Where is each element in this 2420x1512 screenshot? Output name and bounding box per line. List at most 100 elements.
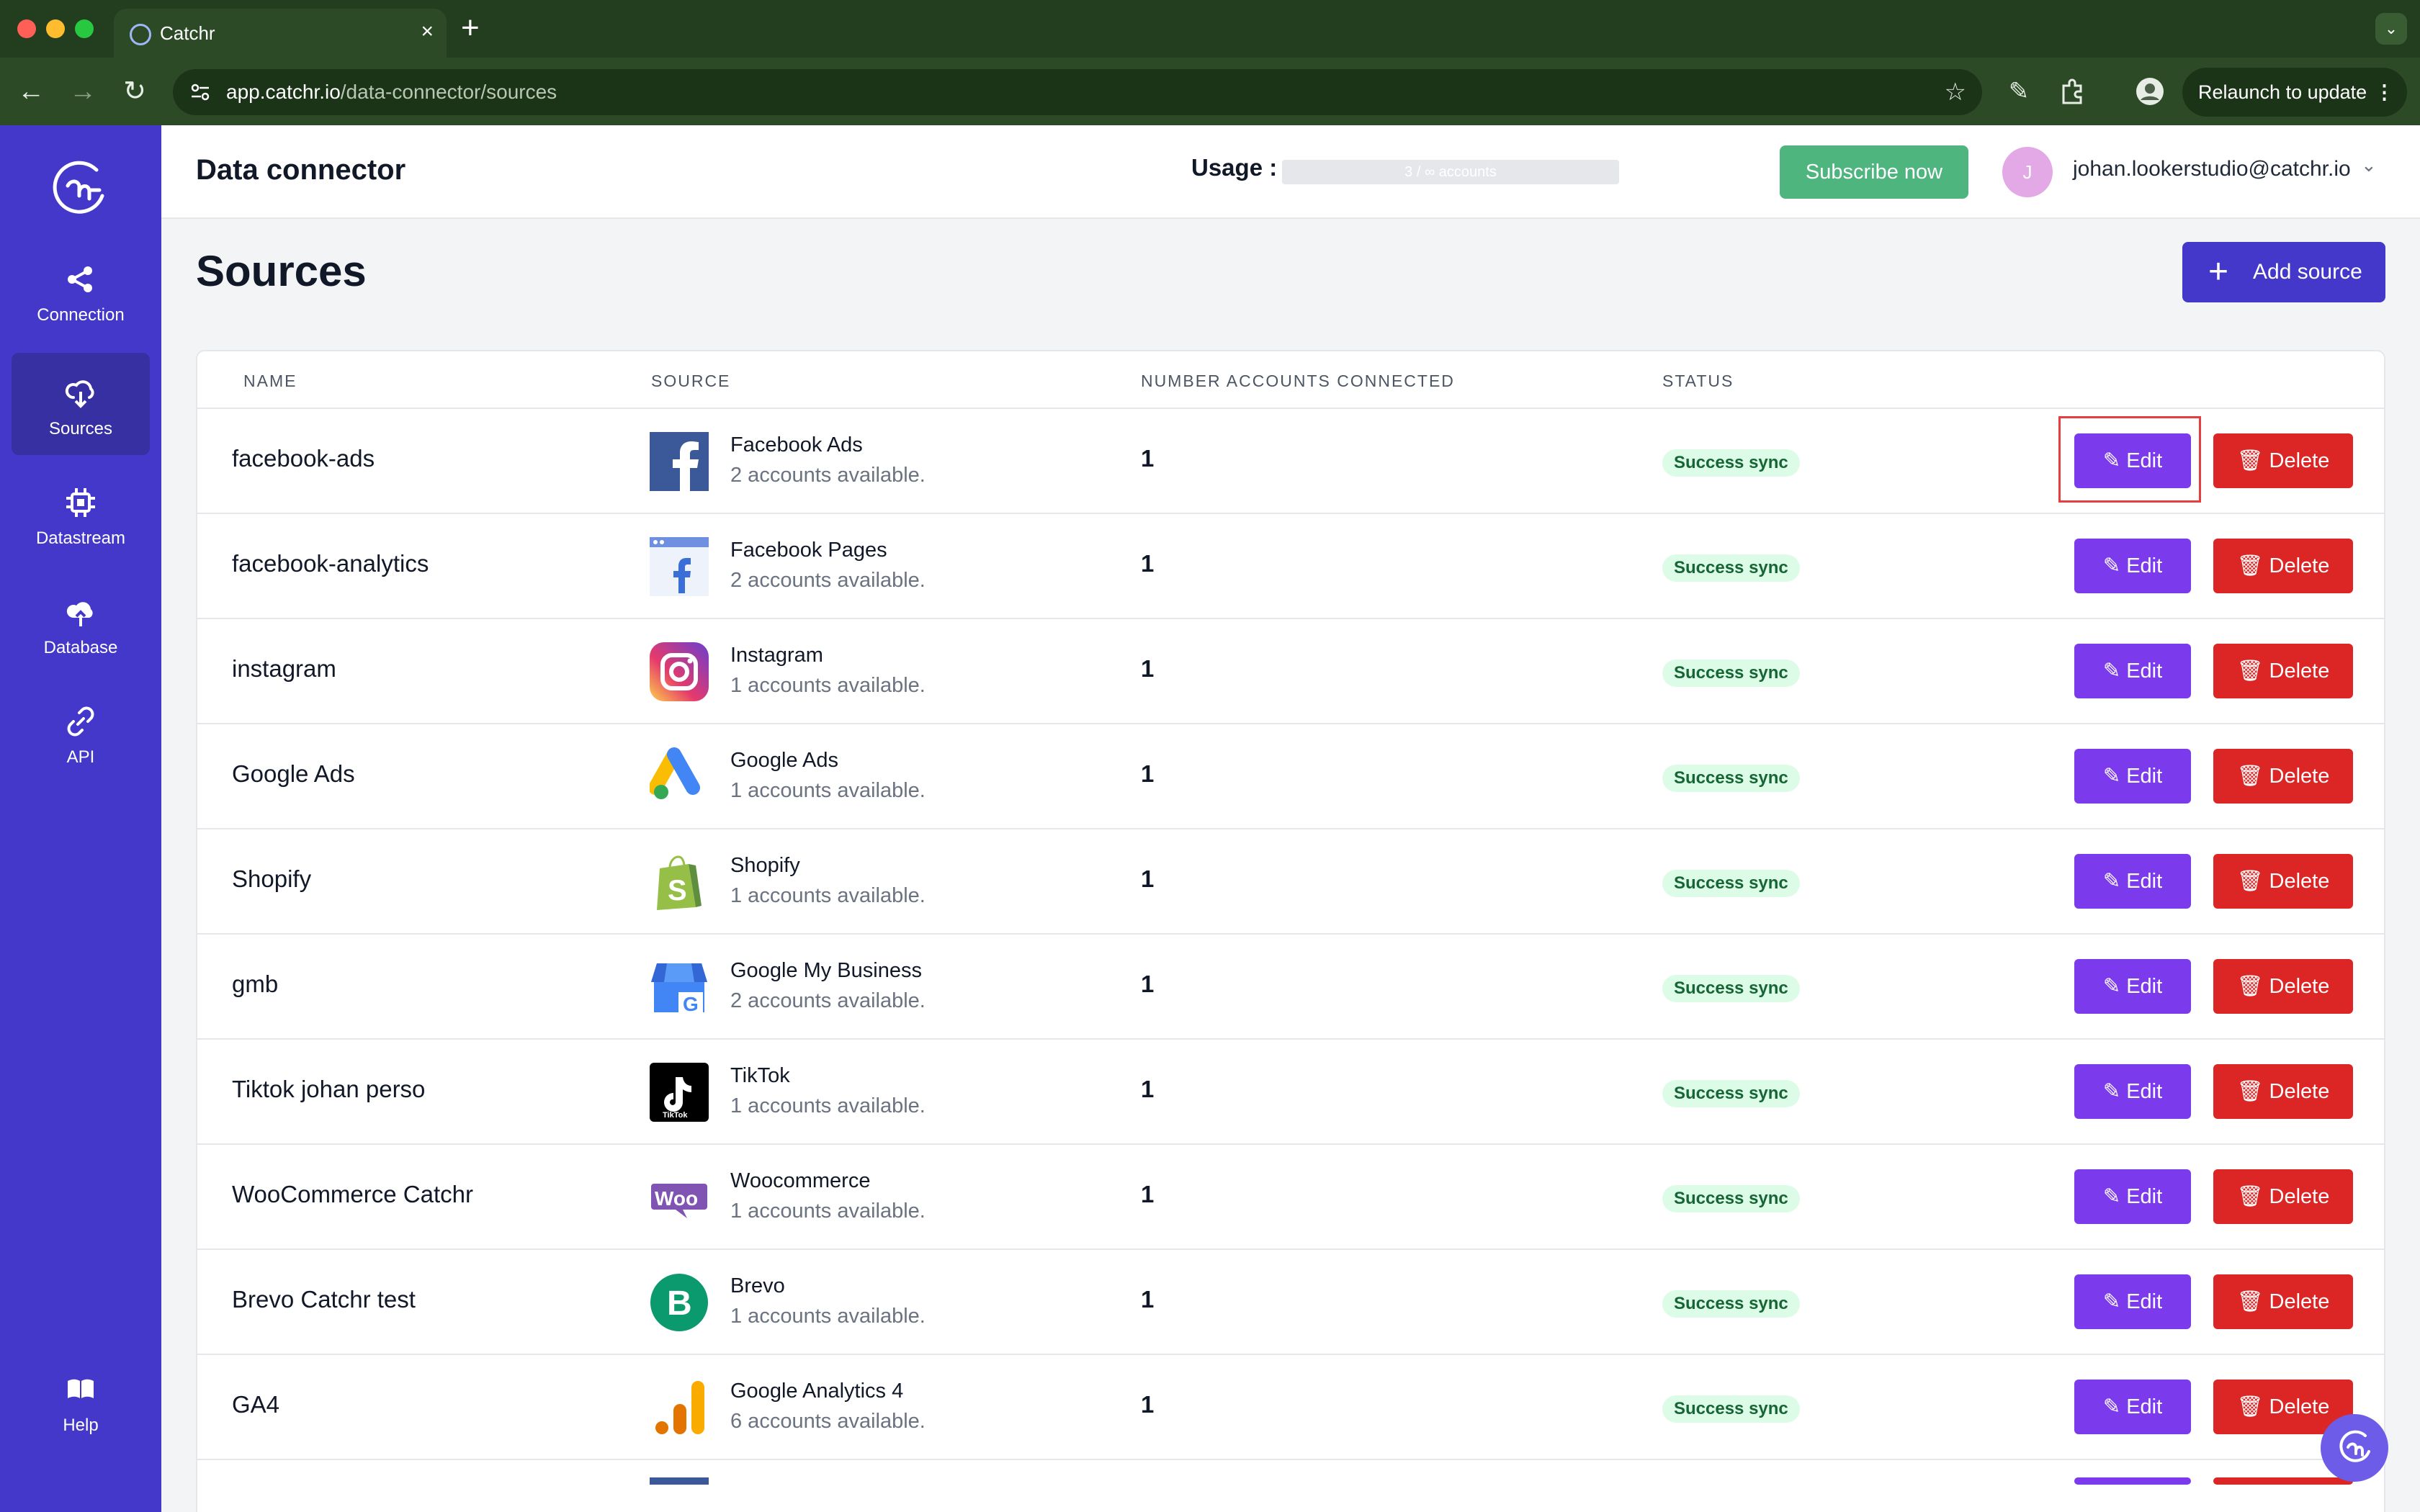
accounts-available: 1 accounts available.	[730, 674, 926, 697]
new-tab-button[interactable]: +	[461, 10, 480, 46]
delete-button[interactable]: 🗑 Delete	[2213, 1169, 2353, 1224]
sidebar-item-api[interactable]: API	[12, 681, 150, 783]
chevron-down-icon[interactable]: ⌄	[2361, 154, 2377, 176]
edit-button[interactable]: ✎ Edit	[2074, 539, 2191, 593]
sidebar-item-sources[interactable]: Sources	[12, 353, 150, 455]
site-settings-icon[interactable]	[189, 81, 212, 104]
sidebar-item-connection[interactable]: Connection	[12, 239, 150, 341]
sidebar-item-label: Sources	[48, 419, 113, 438]
chat-widget-button[interactable]	[2321, 1414, 2388, 1482]
forward-icon[interactable]: →	[66, 75, 99, 108]
subscribe-button[interactable]: Subscribe now	[1780, 145, 1968, 199]
zoom-window-button[interactable]	[75, 19, 94, 38]
user-email[interactable]: johan.lookerstudio@catchr.io	[2073, 157, 2351, 181]
accounts-connected-count: 1	[1141, 1391, 1155, 1418]
source-type: Facebook Ads	[730, 433, 863, 456]
tab-close-icon[interactable]: ×	[421, 17, 434, 46]
accounts-available: 2 accounts available.	[730, 464, 926, 487]
trash-icon: 🗑	[2236, 870, 2269, 893]
navigation-bar: ← → ↻ app.catchr.io/data-connector/sourc…	[0, 58, 2420, 125]
accounts-connected-count: 1	[1141, 550, 1155, 577]
table-row: instagram Instagram 1 accounts available. 1…	[197, 619, 2384, 724]
pencil-icon: ✎	[2102, 1185, 2127, 1208]
edit-button[interactable]: ✎ Edit	[2074, 854, 2191, 909]
status-badge: Success sync	[1662, 554, 1800, 582]
google-ads-logo	[648, 747, 709, 806]
table-header: NAME SOURCE NUMBER ACCOUNTS CONNECTED ST…	[197, 351, 2384, 409]
svg-text:S: S	[668, 875, 687, 906]
accounts-available: 1 accounts available.	[730, 1305, 926, 1328]
pen-icon[interactable]: ✎	[2001, 73, 2037, 109]
sidebar-item-database[interactable]: Database	[12, 572, 150, 674]
sidebar-item-help[interactable]: Help	[12, 1349, 150, 1452]
chip-icon	[12, 485, 150, 520]
delete-button[interactable]: 🗑 Delete	[2213, 1064, 2353, 1119]
delete-button[interactable]: 🗑 Delete	[2213, 539, 2353, 593]
edit-button[interactable]	[2074, 1477, 2191, 1485]
pencil-icon: ✎	[2102, 1395, 2127, 1418]
menu-dots-icon[interactable]: ⋮	[2375, 68, 2394, 117]
reload-icon[interactable]: ↻	[118, 75, 151, 108]
source-name: gmb	[232, 971, 279, 997]
status-badge: Success sync	[1662, 870, 1800, 897]
column-header-source: SOURCE	[651, 372, 731, 390]
relaunch-to-update-button[interactable]: Relaunch to update ⋮	[2182, 68, 2407, 117]
url-host: app.catchr.io	[226, 81, 341, 103]
tab-search-chevron-icon[interactable]: ⌄	[2375, 13, 2407, 45]
browser-tab[interactable]: Catchr ×	[114, 9, 447, 59]
close-window-button[interactable]	[17, 19, 36, 38]
source-name: Brevo Catchr test	[232, 1286, 416, 1313]
delete-button[interactable]: 🗑 Delete	[2213, 644, 2353, 698]
column-header-accounts: NUMBER ACCOUNTS CONNECTED	[1141, 372, 1455, 390]
edit-button[interactable]: ✎ Edit	[2074, 749, 2191, 804]
delete-button[interactable]: 🗑 Delete	[2213, 854, 2353, 909]
sidebar-item-datastream[interactable]: Datastream	[12, 462, 150, 564]
delete-button[interactable]: 🗑 Delete	[2213, 959, 2353, 1014]
minimize-window-button[interactable]	[46, 19, 65, 38]
delete-label: Delete	[2269, 1290, 2330, 1313]
edit-button[interactable]: ✎ Edit	[2074, 1064, 2191, 1119]
status-badge: Success sync	[1662, 765, 1800, 792]
delete-label: Delete	[2269, 1185, 2330, 1208]
edit-button[interactable]: ✎ Edit	[2074, 1274, 2191, 1329]
delete-button[interactable]: 🗑 Delete	[2213, 749, 2353, 804]
edit-label: Edit	[2126, 660, 2163, 683]
edit-button[interactable]: ✎ Edit	[2074, 1169, 2191, 1224]
profile-icon[interactable]	[2132, 73, 2168, 117]
delete-label: Delete	[2269, 1080, 2330, 1103]
address-bar[interactable]: app.catchr.io/data-connector/sources ☆	[173, 69, 1982, 115]
add-source-button[interactable]: + Add source	[2182, 242, 2385, 302]
source-type: Google Ads	[730, 749, 838, 772]
instagram-logo	[650, 642, 709, 701]
delete-button[interactable]: 🗑 Delete	[2213, 433, 2353, 488]
sidebar-item-label: Datastream	[35, 528, 126, 548]
back-icon[interactable]: ←	[14, 75, 48, 108]
bookmark-star-icon[interactable]: ☆	[1945, 75, 1966, 109]
sidebar-item-label: Database	[43, 638, 118, 657]
column-header-name: NAME	[243, 372, 297, 390]
sidebar-item-label: Help	[63, 1416, 99, 1435]
accounts-connected-count: 1	[1141, 1076, 1155, 1102]
pencil-icon: ✎	[2102, 1080, 2127, 1103]
accounts-available: 2 accounts available.	[730, 569, 926, 592]
catchr-logo[interactable]	[46, 154, 115, 223]
avatar[interactable]: J	[2002, 147, 2053, 197]
source-type: Google My Business	[730, 959, 922, 982]
browser-chrome: Catchr × + ⌄ ← → ↻ app.catchr.io/data-co…	[0, 0, 2420, 125]
delete-button[interactable]: 🗑 Delete	[2213, 1274, 2353, 1329]
trash-icon: 🗑	[2236, 1185, 2269, 1208]
column-header-status: STATUS	[1662, 372, 1734, 390]
edit-label: Edit	[2126, 765, 2163, 788]
edit-button[interactable]: ✎ Edit	[2074, 1380, 2191, 1434]
accounts-available: 1 accounts available.	[730, 884, 926, 907]
google-my-business-logo: G	[650, 958, 709, 1017]
accounts-connected-count: 1	[1141, 445, 1155, 472]
source-name: Tiktok johan perso	[232, 1076, 426, 1102]
extensions-icon[interactable]	[2054, 73, 2090, 116]
brevo-logo: B	[650, 1273, 709, 1332]
edit-button[interactable]: ✎ Edit	[2074, 959, 2191, 1014]
edit-button[interactable]: ✎ Edit	[2074, 644, 2191, 698]
source-type: Google Analytics 4	[730, 1380, 904, 1403]
edit-label: Edit	[2126, 870, 2163, 893]
edit-label: Edit	[2126, 1395, 2163, 1418]
